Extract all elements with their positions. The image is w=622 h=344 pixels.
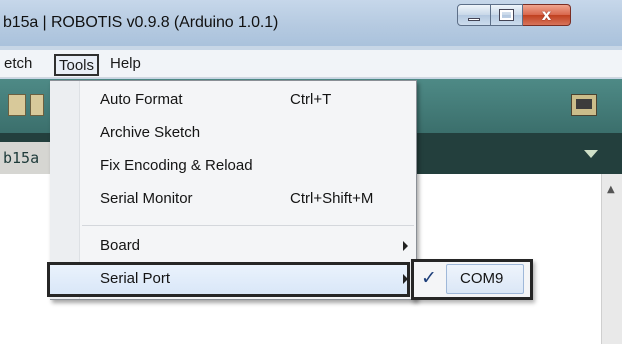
close-button[interactable]: x [523, 4, 571, 26]
menu-item-serial-monitor[interactable]: Serial Monitor [100, 190, 193, 207]
menu-sketch[interactable]: etch [4, 54, 32, 76]
submenu-arrow-icon [403, 274, 408, 284]
menu-tools[interactable]: Tools [54, 54, 100, 76]
menu-item-auto-format[interactable]: Auto Format [100, 91, 183, 108]
menu-item-board[interactable]: Board [100, 237, 140, 254]
checkmark-icon: ✓ [421, 267, 437, 289]
maximize-button[interactable] [491, 4, 523, 26]
chevron-down-icon[interactable] [584, 150, 598, 158]
tab-sketch-label: b15a [3, 149, 40, 167]
menu-item-fix-encoding[interactable]: Fix Encoding & Reload [100, 157, 253, 174]
serial-monitor-icon[interactable] [571, 94, 597, 116]
menu-help[interactable]: Help [110, 54, 141, 76]
menu-item-serial-port[interactable]: Serial Port [100, 270, 170, 287]
close-icon: x [541, 6, 552, 24]
submenu-arrow-icon [403, 241, 408, 251]
app-window: b15a | ROBOTIS v0.9.8 (Arduino 1.0.1) x … [0, 0, 622, 344]
maximize-icon [499, 9, 514, 21]
shortcut-auto-format: Ctrl+T [290, 91, 332, 108]
open-sketch-icon[interactable] [30, 94, 44, 116]
minimize-button[interactable] [457, 4, 491, 26]
submenu-item-com9-label: COM9 [460, 270, 504, 287]
menu-separator [82, 225, 414, 226]
window-title: b15a | ROBOTIS v0.9.8 (Arduino 1.0.1) [3, 14, 279, 31]
caption-buttons: x [457, 4, 571, 26]
vertical-scrollbar[interactable] [601, 174, 622, 344]
scroll-up-arrow-icon[interactable]: ▲ [607, 184, 615, 195]
menu-bar: etch Tools Help [0, 50, 622, 78]
new-sketch-icon[interactable] [8, 94, 26, 116]
menu-item-archive-sketch[interactable]: Archive Sketch [100, 124, 200, 141]
shortcut-serial-monitor: Ctrl+Shift+M [290, 190, 374, 207]
minimize-icon [468, 17, 480, 21]
